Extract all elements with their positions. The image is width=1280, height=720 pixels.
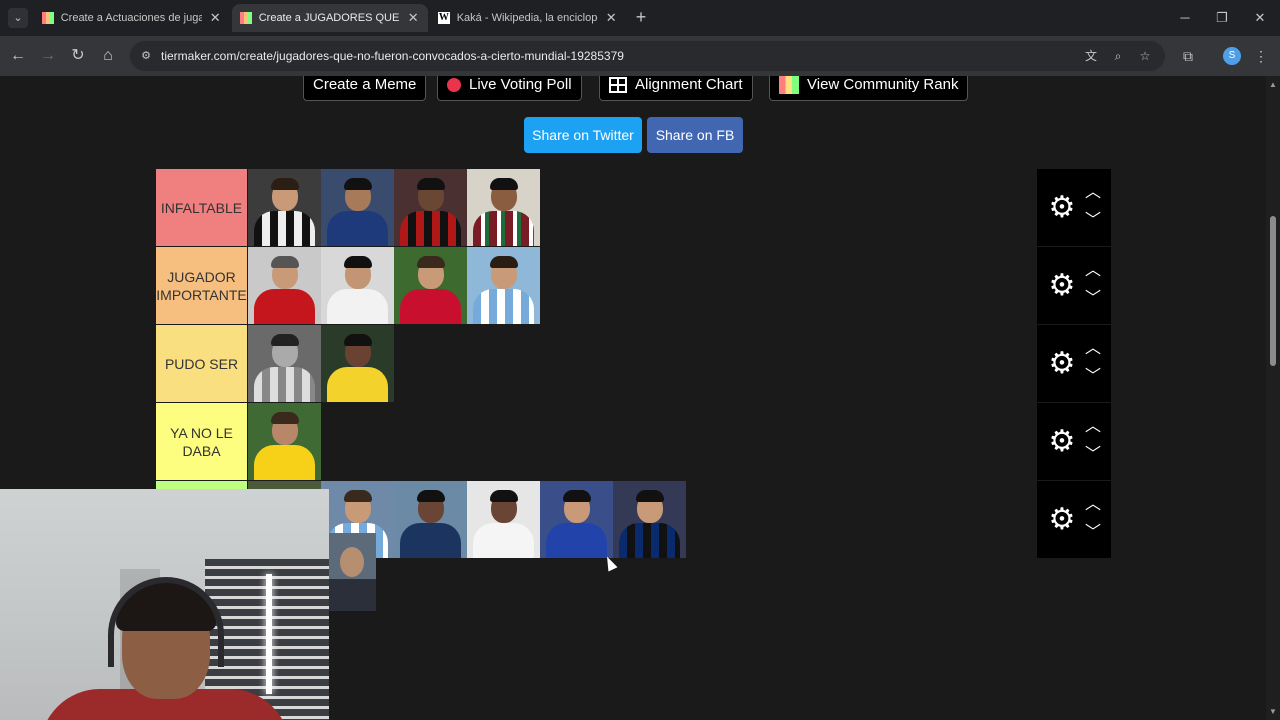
tier-controls: ⚙ ︿ ﹀ [1037, 169, 1111, 246]
player-card[interactable] [248, 403, 321, 480]
player-card[interactable] [321, 325, 394, 402]
tier-label[interactable]: YA NO LE DABA [156, 403, 247, 480]
gear-icon[interactable]: ⚙ [1045, 191, 1079, 225]
button-label: Create a Meme [313, 76, 417, 93]
tier-row: INFALTABLE ⚙ ︿ ﹀ [156, 169, 1111, 247]
new-tab-icon[interactable]: + [632, 8, 650, 26]
tier-controls: ⚙ ︿ ﹀ [1037, 481, 1111, 558]
tiermaker-favicon-icon [240, 12, 252, 24]
tier-controls: ⚙ ︿ ﹀ [1037, 325, 1111, 402]
rank-grid-icon [779, 76, 799, 94]
tiermaker-favicon-icon [42, 12, 54, 24]
chevron-up-icon[interactable]: ︿ [1083, 339, 1103, 359]
tab-title: Create a Actuaciones de jugado [60, 12, 203, 24]
player-card[interactable] [394, 247, 467, 324]
player-card[interactable] [467, 481, 540, 558]
player-card[interactable] [248, 169, 321, 246]
alignment-chart-button[interactable]: Alignment Chart [599, 76, 753, 101]
tier-row: YA NO LE DABA ⚙ ︿ ﹀ [156, 403, 1111, 481]
share-twitter-button[interactable]: Share on Twitter [524, 117, 642, 153]
tier-row: JUGADOR IMPORTANTE ⚙ ︿ ﹀ [156, 247, 1111, 325]
wikipedia-favicon-icon: W [438, 12, 450, 24]
home-icon[interactable]: ⌂ [98, 46, 118, 66]
back-icon[interactable]: ← [8, 46, 28, 66]
tier-items [248, 403, 1037, 480]
menu-icon[interactable]: ⋮ [1251, 46, 1271, 66]
tier-row: PUDO SER ⚙ ︿ ﹀ [156, 325, 1111, 403]
close-window-icon[interactable]: ✕ [1250, 8, 1270, 28]
tier-label[interactable]: JUGADOR IMPORTANTE [156, 247, 247, 324]
close-tab-icon[interactable]: ✕ [208, 10, 222, 26]
tier-items [248, 247, 1037, 324]
tier-controls: ⚙ ︿ ﹀ [1037, 403, 1111, 480]
button-label: Live Voting Poll [469, 76, 572, 93]
url-text[interactable]: tiermaker.com/create/jugadores-que-no-fu… [161, 49, 624, 63]
player-card[interactable] [467, 247, 540, 324]
tier-items [248, 325, 1037, 402]
gear-icon[interactable]: ⚙ [1045, 347, 1079, 381]
page-scrollbar[interactable]: ▲ ▼ [1266, 76, 1280, 720]
scroll-up-icon[interactable]: ▲ [1269, 80, 1277, 89]
tab-strip: ⌄ Create a Actuaciones de jugado ✕ Creat… [0, 0, 1280, 36]
translate-icon[interactable]: 文 [1083, 48, 1099, 64]
scroll-thumb[interactable] [1270, 216, 1276, 366]
minimize-icon[interactable]: ─ [1175, 8, 1195, 28]
view-community-rank-button[interactable]: View Community Rank [769, 76, 969, 101]
player-card[interactable] [394, 169, 467, 246]
scroll-down-icon[interactable]: ▼ [1269, 707, 1277, 716]
gear-icon[interactable]: ⚙ [1045, 425, 1079, 459]
tab-search-icon[interactable]: ⌄ [8, 8, 28, 28]
reload-icon[interactable]: ↻ [68, 46, 88, 66]
tab-title: Create a JUGADORES QUE NO F [258, 12, 401, 24]
profile-avatar[interactable]: S [1223, 47, 1241, 65]
player-card[interactable] [467, 169, 540, 246]
player-card[interactable] [394, 481, 467, 558]
player-card[interactable] [613, 481, 686, 558]
chevron-up-icon[interactable]: ︿ [1083, 495, 1103, 515]
zoom-icon[interactable]: ⌕ [1110, 48, 1126, 64]
create-meme-button[interactable]: Create a Meme [303, 76, 427, 101]
tier-label[interactable]: PUDO SER [156, 325, 247, 402]
tab-kaka-wikipedia[interactable]: W Kaká - Wikipedia, la enciclopedi ✕ [430, 4, 626, 32]
player-card[interactable] [321, 247, 394, 324]
gear-icon[interactable]: ⚙ [1045, 269, 1079, 303]
tier-label[interactable]: INFALTABLE [156, 169, 247, 246]
forward-icon[interactable]: → [38, 46, 58, 66]
player-card[interactable] [540, 481, 613, 558]
player-card[interactable] [321, 169, 394, 246]
button-label: Alignment Chart [635, 76, 743, 93]
tier-controls: ⚙ ︿ ﹀ [1037, 247, 1111, 324]
site-info-icon[interactable]: ⚙ [138, 48, 154, 64]
chevron-down-icon[interactable]: ﹀ [1083, 367, 1103, 387]
chevron-down-icon[interactable]: ﹀ [1083, 289, 1103, 309]
tab-jugadores[interactable]: Create a JUGADORES QUE NO F ✕ [232, 4, 428, 32]
restore-icon[interactable]: ❐ [1212, 8, 1232, 28]
close-tab-icon[interactable]: ✕ [406, 10, 420, 26]
chevron-up-icon[interactable]: ︿ [1083, 261, 1103, 281]
grid-icon [609, 76, 627, 93]
tier-items [248, 169, 1037, 246]
button-label: View Community Rank [807, 76, 959, 93]
chevron-down-icon[interactable]: ﹀ [1083, 445, 1103, 465]
close-tab-icon[interactable]: ✕ [604, 10, 618, 26]
chevron-up-icon[interactable]: ︿ [1083, 417, 1103, 437]
player-card[interactable] [248, 325, 321, 402]
gear-icon[interactable]: ⚙ [1045, 503, 1079, 537]
share-fb-button[interactable]: Share on FB [647, 117, 743, 153]
extensions-icon[interactable]: ⧉ [1178, 46, 1198, 66]
bookmark-star-icon[interactable]: ☆ [1137, 48, 1153, 64]
red-dot-icon [447, 77, 461, 92]
tab-actuaciones[interactable]: Create a Actuaciones de jugado ✕ [34, 4, 230, 32]
player-card[interactable] [248, 247, 321, 324]
live-voting-poll-button[interactable]: Live Voting Poll [437, 76, 582, 101]
chevron-down-icon[interactable]: ﹀ [1083, 211, 1103, 231]
tab-title: Kaká - Wikipedia, la enciclopedi [456, 12, 599, 24]
chevron-down-icon[interactable]: ﹀ [1083, 523, 1103, 543]
unranked-player-card[interactable] [329, 533, 376, 611]
address-bar[interactable]: ⚙ tiermaker.com/create/jugadores-que-no-… [130, 41, 1165, 71]
browser-toolbar: ← → ↻ ⌂ ⚙ tiermaker.com/create/jugadores… [0, 36, 1280, 76]
chevron-up-icon[interactable]: ︿ [1083, 183, 1103, 203]
webcam-overlay [0, 489, 329, 720]
